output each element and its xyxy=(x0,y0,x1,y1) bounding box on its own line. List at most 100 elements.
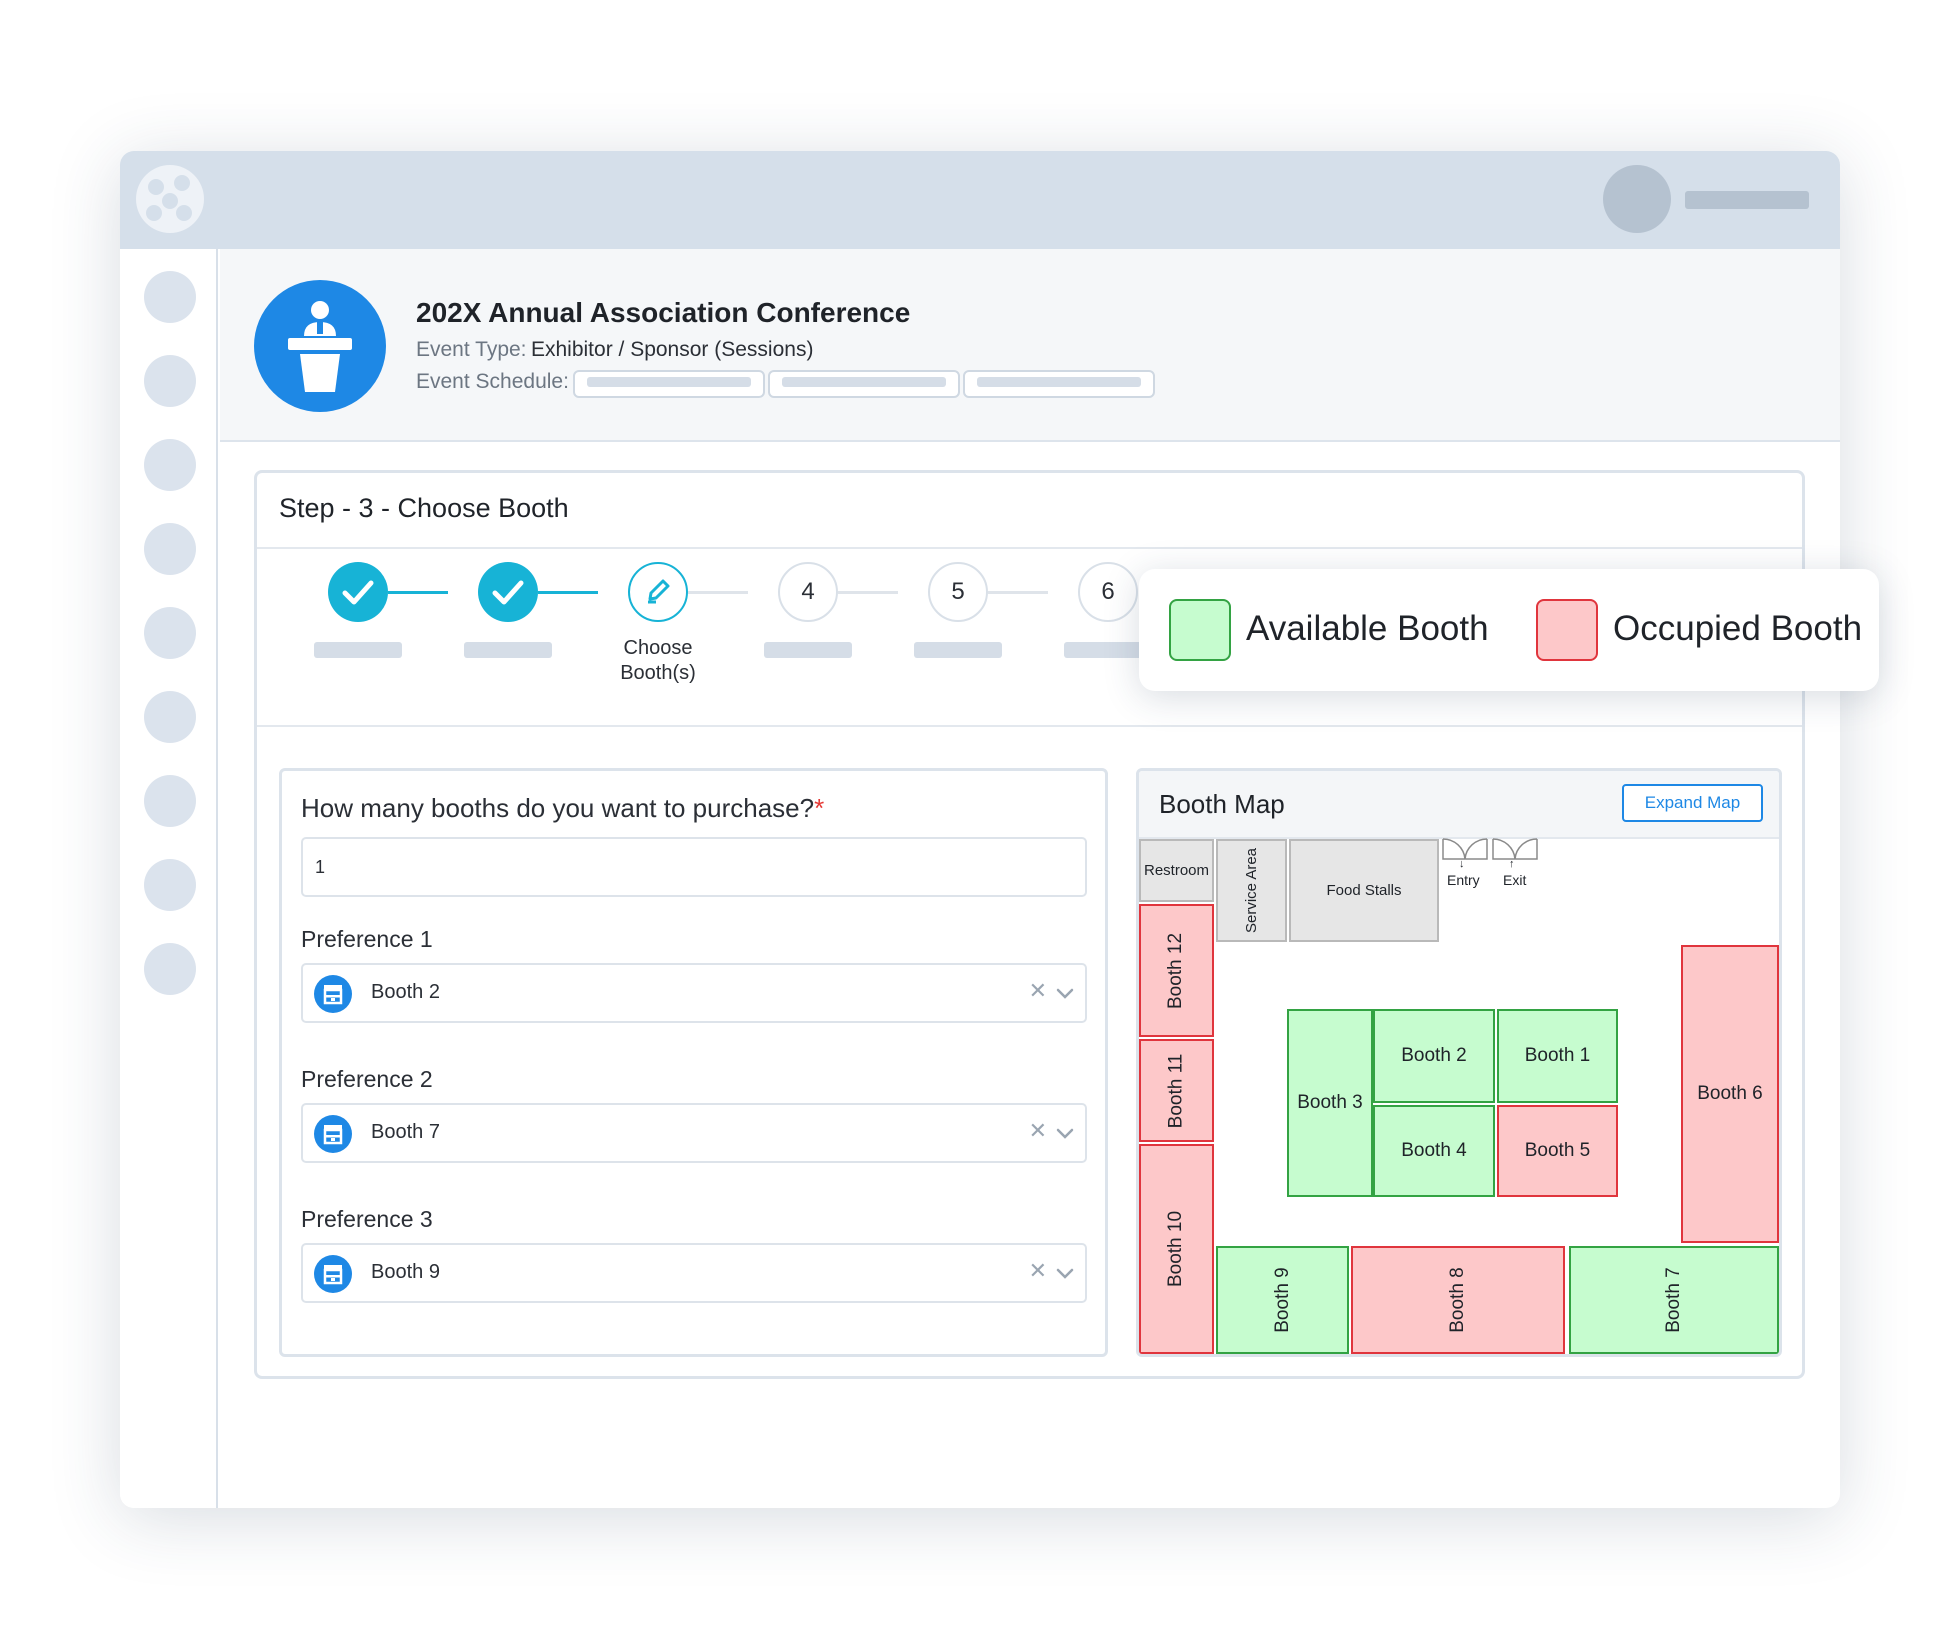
sidebar-item[interactable] xyxy=(144,355,196,407)
booth-map-title: Booth Map xyxy=(1159,789,1285,819)
booth-8[interactable]: Booth 8 xyxy=(1351,1246,1565,1354)
booth-10[interactable]: Booth 10 xyxy=(1139,1144,1214,1354)
exit-label: Exit xyxy=(1503,872,1527,888)
booth-12[interactable]: Booth 12 xyxy=(1139,904,1214,1037)
booth-5[interactable]: Booth 5 xyxy=(1497,1105,1618,1197)
booth-6[interactable]: Booth 6 xyxy=(1681,945,1779,1243)
close-icon[interactable]: ✕ xyxy=(1029,1258,1047,1284)
step-3-label-line1: Choose xyxy=(623,637,693,659)
event-type-value: Exhibitor / Sponsor (Sessions) xyxy=(530,338,814,361)
booth-1[interactable]: Booth 1 xyxy=(1497,1009,1618,1103)
booth-2[interactable]: Booth 2 xyxy=(1373,1009,1495,1103)
preference-3-value: Booth 9 xyxy=(371,1261,440,1283)
step-connector xyxy=(538,591,598,594)
preference-1-select[interactable]: Booth 2 ✕ xyxy=(301,963,1087,1023)
top-bar xyxy=(120,151,1840,249)
booth-form: How many booths do you want to purchase?… xyxy=(279,768,1108,1357)
entry-label: Entry xyxy=(1447,872,1480,888)
legend-available-label: Available Booth xyxy=(1246,609,1489,648)
booth-legend: Available Booth Occupied Booth xyxy=(1139,569,1879,691)
food-stalls-area: Food Stalls xyxy=(1289,839,1439,942)
sidebar-item[interactable] xyxy=(144,271,196,323)
schedule-date-pill xyxy=(963,370,1155,398)
close-icon[interactable]: ✕ xyxy=(1029,1118,1047,1144)
restroom-area: Restroom xyxy=(1139,839,1214,902)
booth-9-label: Booth 9 xyxy=(1271,1267,1293,1333)
step-2-label-placeholder xyxy=(464,642,552,658)
booth-3[interactable]: Booth 3 xyxy=(1287,1009,1373,1197)
available-swatch xyxy=(1169,599,1231,661)
occupied-swatch xyxy=(1536,599,1598,661)
step-2-checkmark-icon[interactable] xyxy=(478,562,538,622)
preference-1-label: Preference 1 xyxy=(301,926,433,952)
step-4-label-placeholder xyxy=(764,642,852,658)
step-3-pencil-icon[interactable] xyxy=(628,562,688,622)
sidebar-item[interactable] xyxy=(144,775,196,827)
booth-stand-icon xyxy=(314,1115,352,1153)
booth-7-label: Booth 7 xyxy=(1663,1267,1684,1333)
event-type-row: Event Type: Exhibitor / Sponsor (Session… xyxy=(416,338,813,362)
booth-11-label: Booth 11 xyxy=(1165,1053,1187,1128)
app-logo-icon[interactable] xyxy=(136,165,204,233)
chevron-down-icon[interactable] xyxy=(1053,1261,1077,1285)
preference-1-value: Booth 2 xyxy=(371,981,440,1003)
preference-3-select[interactable]: Booth 9 ✕ xyxy=(301,1243,1087,1303)
step-3-label: Choose Booth(s) xyxy=(583,636,733,686)
door-icon xyxy=(1442,838,1538,860)
step-6-circle[interactable]: 6 xyxy=(1078,562,1138,622)
chevron-down-icon[interactable] xyxy=(1053,1121,1077,1145)
expand-map-button[interactable]: Expand Map xyxy=(1622,784,1763,822)
step-4-circle[interactable]: 4 xyxy=(778,562,838,622)
sidebar xyxy=(120,249,218,1508)
user-name-placeholder xyxy=(1685,191,1809,209)
quantity-question-text: How many booths do you want to purchase? xyxy=(301,793,815,823)
preference-3-label: Preference 3 xyxy=(301,1206,433,1232)
booth-10-label: Booth 10 xyxy=(1165,1210,1187,1288)
booth-12-label: Booth 12 xyxy=(1165,932,1187,1009)
step-header: Step - 3 - Choose Booth xyxy=(257,473,1802,549)
exit-arrow: ↑ xyxy=(1509,858,1515,870)
step-title: Step - 3 - Choose Booth xyxy=(279,493,569,523)
booth-7[interactable]: Booth 7 xyxy=(1569,1246,1779,1354)
sidebar-item[interactable] xyxy=(144,523,196,575)
sidebar-item[interactable] xyxy=(144,943,196,995)
step-3-label-line2: Booth(s) xyxy=(620,662,696,684)
booth-map-header: Booth Map Expand Map xyxy=(1139,771,1779,839)
app-window: 202X Annual Association Conference Event… xyxy=(120,151,1840,1508)
step-connector xyxy=(688,591,748,594)
booth-8-label: Booth 8 xyxy=(1447,1267,1468,1333)
user-avatar[interactable] xyxy=(1603,165,1671,233)
required-mark: * xyxy=(814,793,825,823)
preference-2-label: Preference 2 xyxy=(301,1066,433,1092)
sidebar-item[interactable] xyxy=(144,607,196,659)
sidebar-item[interactable] xyxy=(144,439,196,491)
sidebar-item[interactable] xyxy=(144,691,196,743)
schedule-date-pill xyxy=(768,370,960,398)
sidebar-item[interactable] xyxy=(144,859,196,911)
event-title: 202X Annual Association Conference xyxy=(416,297,911,328)
schedule-date-pill xyxy=(573,370,765,398)
step-1-label-placeholder xyxy=(314,642,402,658)
step-connector xyxy=(388,591,448,594)
step-1-checkmark-icon[interactable] xyxy=(328,562,388,622)
booth-11[interactable]: Booth 11 xyxy=(1139,1039,1214,1142)
close-icon[interactable]: ✕ xyxy=(1029,978,1047,1004)
chevron-down-icon[interactable] xyxy=(1053,981,1077,1005)
booth-4[interactable]: Booth 4 xyxy=(1373,1105,1495,1197)
quantity-question: How many booths do you want to purchase?… xyxy=(301,793,824,824)
event-schedule-label: Event Schedule: xyxy=(416,370,569,393)
event-header: 202X Annual Association Conference Event… xyxy=(220,249,1840,442)
step-connector xyxy=(988,591,1048,594)
podium-speaker-icon xyxy=(254,280,386,412)
booth-9[interactable]: Booth 9 xyxy=(1216,1246,1349,1354)
step-5-circle[interactable]: 5 xyxy=(928,562,988,622)
quantity-input[interactable]: 1 xyxy=(301,837,1087,897)
service-area: Service Area xyxy=(1216,839,1287,942)
entry-arrow: ↓ xyxy=(1459,858,1465,870)
service-area-label: Service Area xyxy=(1243,847,1261,934)
preference-2-select[interactable]: Booth 7 ✕ xyxy=(301,1103,1087,1163)
step-5-label-placeholder xyxy=(914,642,1002,658)
step-connector xyxy=(838,591,898,594)
preference-2-value: Booth 7 xyxy=(371,1121,440,1143)
booth-map: Booth Map Expand Map Restroom Service Ar… xyxy=(1136,768,1782,1357)
